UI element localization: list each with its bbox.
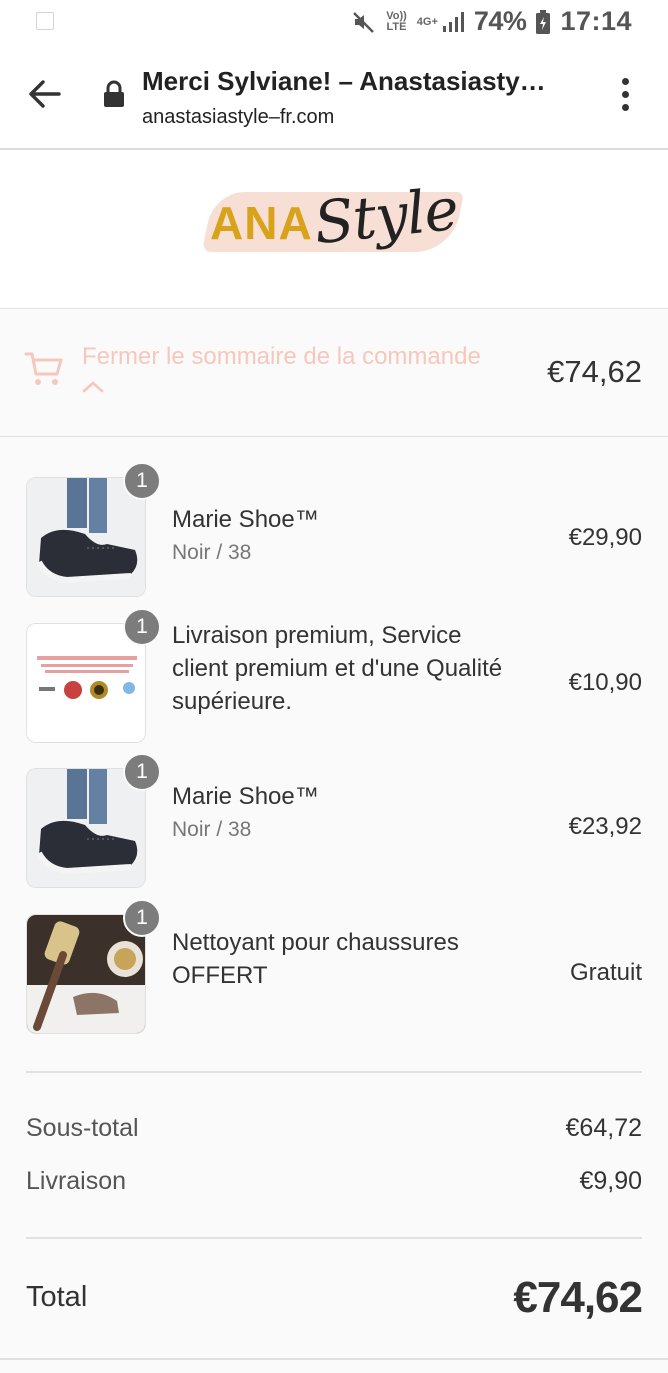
battery-icon — [536, 9, 551, 34]
signal-icon — [442, 11, 464, 32]
mute-icon — [353, 11, 375, 33]
product-variant: Noir / 38 — [172, 541, 252, 564]
subtotal-value: €64,72 — [565, 1114, 642, 1142]
black-sneaker-image — [27, 769, 145, 887]
total-value: €74,62 — [513, 1273, 643, 1322]
store-logo[interactable]: ANA Style — [201, 175, 465, 266]
black-sneaker-image — [27, 478, 145, 596]
menu-dot-icon — [621, 90, 629, 98]
notification-icon — [36, 12, 54, 30]
product-name: Marie Shoe™ — [172, 506, 319, 533]
divider — [0, 1358, 668, 1360]
product-variant: Noir / 38 — [172, 818, 252, 841]
divider — [26, 1237, 642, 1239]
battery-percent: 74% — [473, 6, 527, 36]
lock-icon — [104, 80, 124, 107]
shipping-value: €9,90 — [579, 1167, 642, 1195]
volte-indicator: Vo)) LTE — [386, 9, 407, 33]
clock: 17:14 — [560, 6, 632, 36]
status-bar: Vo)) LTE 4G+ 74% 17:14 — [0, 0, 668, 44]
shoe-brush-image — [27, 915, 145, 1033]
browser-toolbar: Merci Sylviane! – Anastasiasty… anastasi… — [0, 44, 668, 150]
product-price: €10,90 — [568, 669, 642, 696]
product-name: Livraison premium, Service client premiu… — [172, 622, 503, 715]
product-price: €23,92 — [568, 813, 642, 840]
network-type: 4G+ — [416, 15, 438, 28]
product-price: €29,90 — [568, 524, 642, 551]
product-thumbnail: 1 — [26, 753, 161, 888]
product-thumbnail: 1 — [26, 462, 161, 597]
shipping-label: Livraison — [26, 1167, 127, 1195]
product-thumbnail: 1 — [26, 899, 161, 1034]
total-label: Total — [26, 1281, 88, 1313]
back-arrow-icon — [29, 80, 61, 108]
order-summary-toggle-label: Fermer le sommaire de la commande — [82, 343, 481, 370]
premium-badges-image — [27, 624, 145, 742]
cart-icon — [24, 352, 63, 385]
product-name: Nettoyant pour chaussures OFFERT — [172, 929, 459, 989]
product-name: Marie Shoe™ — [172, 783, 319, 810]
page-title: Merci Sylviane! – Anastasiasty… — [142, 66, 546, 96]
divider — [26, 1071, 642, 1073]
subtotal-label: Sous-total — [26, 1114, 139, 1142]
store-header: ANA Style — [0, 150, 668, 309]
order-summary-total: €74,62 — [547, 354, 642, 389]
overflow-menu-button[interactable] — [608, 74, 642, 114]
quantity-badge: 1 — [123, 462, 161, 500]
back-button[interactable] — [24, 74, 64, 114]
product-price: Gratuit — [569, 959, 642, 986]
menu-dot-icon — [621, 103, 629, 111]
logo-ana-text: ANA — [210, 197, 313, 249]
order-summary-toggle[interactable]: Fermer le sommaire de la commande €74,62 — [0, 310, 668, 437]
quantity-badge: 1 — [123, 753, 161, 791]
page-url[interactable]: anastasiastyle–fr.com — [142, 106, 334, 129]
status-icons: Vo)) LTE 4G+ 74% 17:14 — [352, 6, 632, 37]
menu-dot-icon — [621, 77, 629, 85]
chevron-up-icon — [82, 381, 104, 393]
product-thumbnail: 1 — [26, 608, 161, 743]
quantity-badge: 1 — [123, 899, 161, 937]
quantity-badge: 1 — [123, 608, 161, 646]
